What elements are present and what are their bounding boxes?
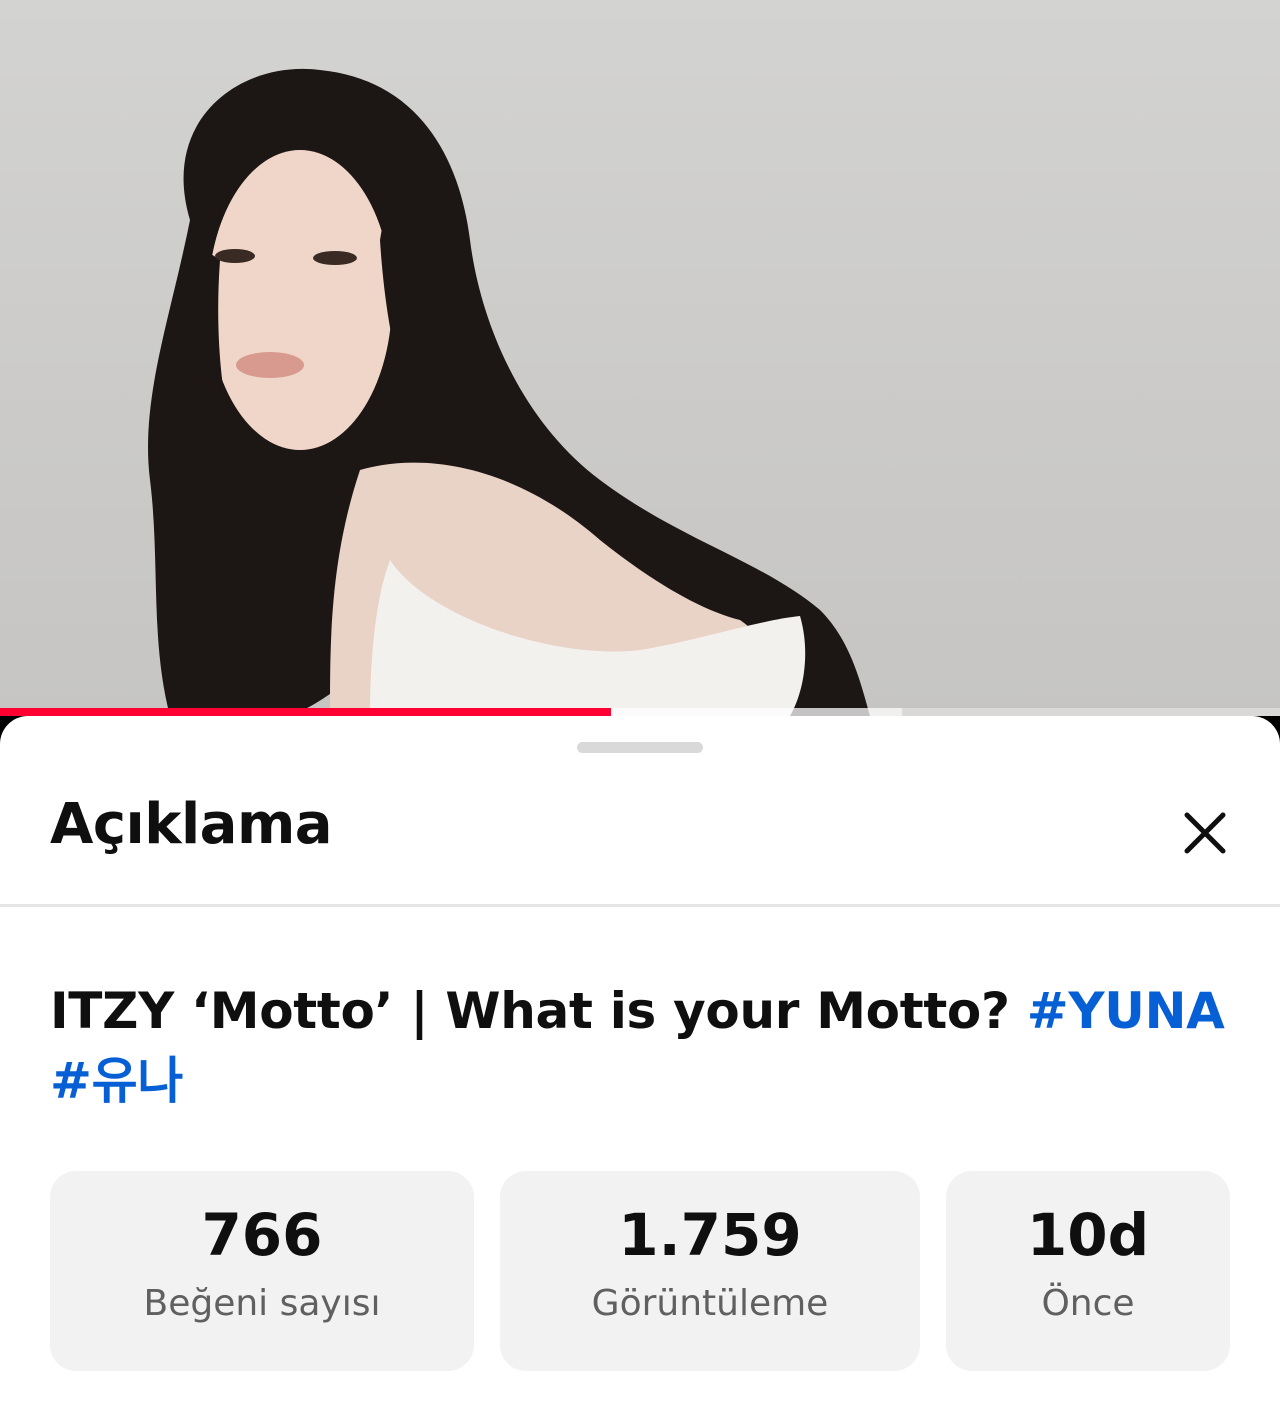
upload-age-stat: 10d Önce	[946, 1171, 1230, 1371]
video-player[interactable]	[0, 0, 1280, 716]
video-progress-bar[interactable]	[0, 708, 1280, 716]
close-icon	[1184, 812, 1226, 854]
likes-stat: 766 Beğeni sayısı	[50, 1171, 474, 1371]
upload-age-value: 10d	[1026, 1201, 1150, 1269]
sheet-title: Açıklama	[50, 792, 333, 857]
video-title-text: ITZY ‘Motto’ | What is your Motto?	[50, 982, 1027, 1040]
drag-handle[interactable]	[577, 742, 703, 753]
video-title: ITZY ‘Motto’ | What is your Motto? #YUNA…	[50, 976, 1230, 1116]
video-frame-image	[148, 68, 870, 716]
views-count: 1.759	[618, 1201, 802, 1269]
header-divider	[0, 904, 1280, 907]
upload-age-label: Önce	[1041, 1283, 1135, 1324]
hashtag-link[interactable]: #유나	[50, 1052, 183, 1110]
likes-count: 766	[201, 1201, 323, 1269]
hashtag-link[interactable]: #YUNA	[1027, 982, 1225, 1040]
views-label: Görüntüleme	[591, 1283, 829, 1324]
progress-played	[0, 708, 611, 716]
stats-row: 766 Beğeni sayısı 1.759 Görüntüleme 10d …	[0, 1171, 1280, 1371]
close-button[interactable]	[1170, 798, 1240, 868]
likes-label: Beğeni sayısı	[143, 1283, 381, 1324]
description-sheet: Açıklama ITZY ‘Motto’ | What is your Mot…	[0, 716, 1280, 1408]
views-stat: 1.759 Görüntüleme	[500, 1171, 920, 1371]
